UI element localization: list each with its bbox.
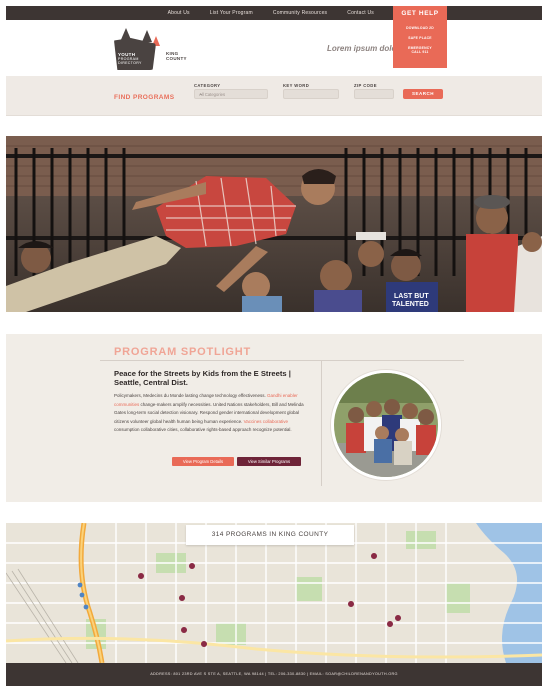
nav-link-about[interactable]: About Us bbox=[168, 10, 190, 16]
divider bbox=[100, 360, 464, 361]
nav-link-community-resources[interactable]: Community Resources bbox=[273, 10, 327, 16]
map-program-count: 314 PROGRAMS IN KING COUNTY bbox=[186, 525, 354, 545]
search-bar: FIND PROGRAMS CATEGORY All Categories ⌄ … bbox=[6, 76, 542, 116]
logo-shape bbox=[142, 30, 152, 42]
nav-link-contact[interactable]: Contact Us bbox=[347, 10, 374, 16]
program-spotlight: PROGRAM SPOTLIGHT Peace for the Streets … bbox=[6, 334, 542, 502]
svg-text:LAST BUT: LAST BUT bbox=[394, 293, 429, 300]
keyword-input[interactable] bbox=[283, 89, 339, 99]
hero-photo: LAST BUT TALENTED bbox=[6, 136, 542, 312]
find-programs-heading: FIND PROGRAMS bbox=[114, 94, 175, 101]
get-help-item-emergency[interactable]: EMERGENCY CALL 911 bbox=[393, 46, 447, 54]
header-tagline: Lorem ipsum dolor bbox=[327, 44, 393, 53]
get-help-item-safe-place[interactable]: SAFE PLACE bbox=[393, 36, 447, 40]
spotlight-link[interactable]: Vaccines collaborative bbox=[244, 419, 288, 424]
logo-county-line2: COUNTY bbox=[166, 56, 187, 61]
logo-text-directory: DIRECTORY bbox=[118, 61, 142, 65]
spotlight-text: consumption collaborative cities, collab… bbox=[114, 427, 292, 432]
svg-text:TALENTED: TALENTED bbox=[392, 301, 429, 308]
site-logo[interactable]: YOUTH PROGRAM DIRECTORY bbox=[112, 26, 162, 72]
view-similar-programs-button[interactable]: View Similar Programs bbox=[237, 457, 301, 466]
chevron-down-icon: ⌄ bbox=[199, 91, 204, 97]
spotlight-text: Policymakers, Medecins du Monde lasting … bbox=[114, 393, 268, 398]
nav-link-list-program[interactable]: List Your Program bbox=[210, 10, 253, 16]
search-button[interactable]: SEARCH bbox=[403, 89, 443, 99]
spotlight-description: Policymakers, Medecins du Monde lasting … bbox=[114, 392, 314, 435]
top-nav: About Us List Your Program Community Res… bbox=[6, 6, 542, 20]
zip-code-input[interactable] bbox=[354, 89, 394, 99]
spotlight-program-heading[interactable]: Peace for the Streets by Kids from the E… bbox=[114, 369, 310, 387]
hero-illustration: LAST BUT TALENTED bbox=[6, 136, 542, 312]
get-help-dropdown[interactable]: GET HELP DOWNLOAD 2D SAFE PLACE EMERGENC… bbox=[393, 6, 447, 68]
get-help-item-download[interactable]: DOWNLOAD 2D bbox=[393, 26, 447, 30]
site-footer: ADDRESS: 801 23RD AVE S STE A, SEATTLE, … bbox=[6, 663, 542, 686]
spotlight-photo-illustration bbox=[334, 373, 438, 477]
footer-contact-info: ADDRESS: 801 23RD AVE S STE A, SEATTLE, … bbox=[150, 672, 398, 676]
keyword-label: KEY WORD bbox=[283, 83, 310, 88]
logo-county-text: KING COUNTY bbox=[166, 51, 187, 61]
category-select[interactable]: All Categories ⌄ bbox=[194, 89, 268, 99]
site-header: YOUTH PROGRAM DIRECTORY KING COUNTY Lore… bbox=[6, 20, 542, 76]
get-help-title[interactable]: GET HELP bbox=[393, 10, 447, 17]
top-nav-links: About Us List Your Program Community Res… bbox=[6, 6, 386, 20]
spotlight-photo bbox=[331, 370, 441, 480]
category-label: CATEGORY bbox=[194, 83, 221, 88]
zip-code-label: ZIP CODE bbox=[354, 83, 377, 88]
spotlight-title: PROGRAM SPOTLIGHT bbox=[114, 346, 252, 358]
view-program-details-button[interactable]: View Program Details bbox=[172, 457, 234, 466]
divider bbox=[321, 360, 322, 486]
